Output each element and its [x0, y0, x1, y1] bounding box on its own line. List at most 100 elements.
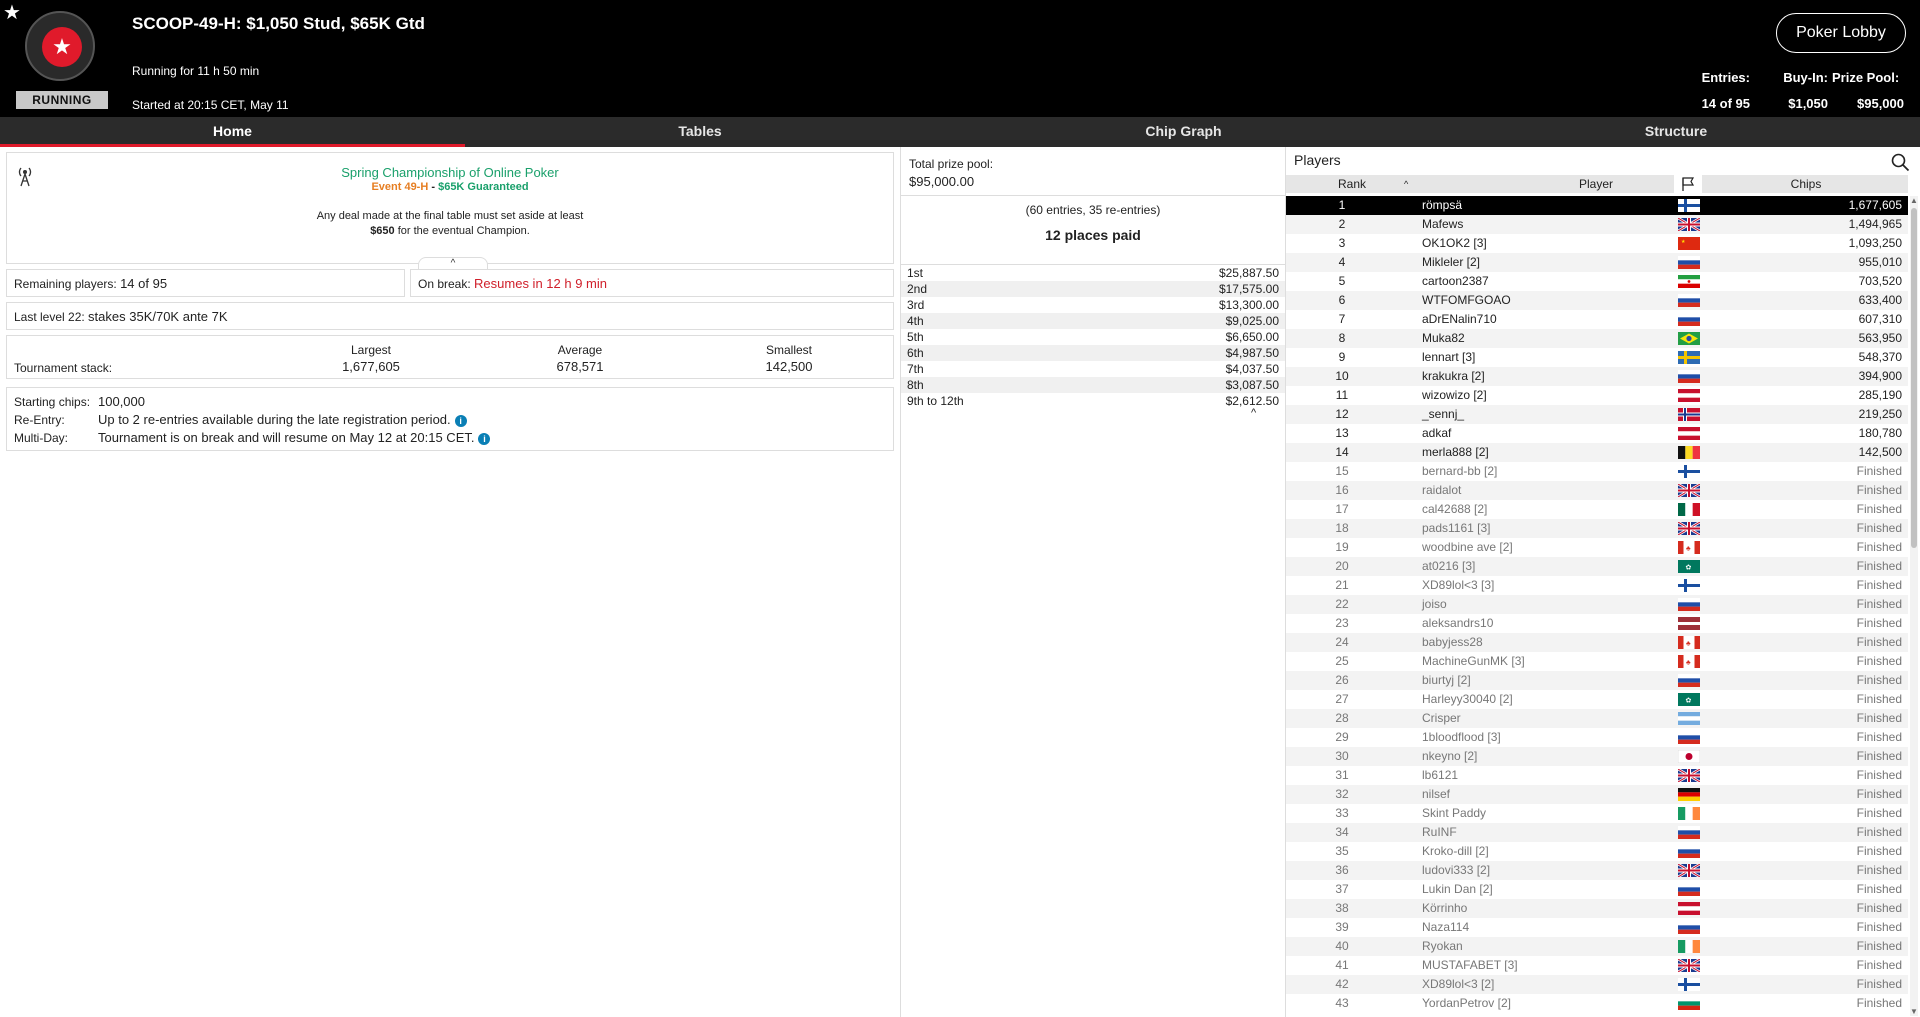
player-row[interactable]: 41 MUSTAFABET [3] Finished [1286, 956, 1908, 975]
player-row[interactable]: 4 Mikleler [2] 955,010 [1286, 253, 1908, 272]
player-row[interactable]: 37 Lukin Dan [2] Finished [1286, 880, 1908, 899]
player-rank: 35 [1335, 844, 1349, 858]
player-chips: Finished [1856, 958, 1902, 972]
home-info-panel: Spring Championship of Online Poker Even… [0, 147, 900, 1017]
buyin-stat: Buy-In: $1,050 [1783, 70, 1828, 111]
player-row[interactable]: 16 raidalot Finished [1286, 481, 1908, 500]
flag-column-header[interactable] [1674, 175, 1702, 193]
country-flag-icon [1678, 332, 1700, 345]
payout-row: 9th to 12th $2,612.50 [901, 393, 1285, 409]
player-row[interactable]: 3 OK1OK2 [3] ★ 1,093,250 [1286, 234, 1908, 253]
country-flag-icon [1678, 389, 1700, 402]
player-chips: 142,500 [1858, 445, 1902, 459]
player-row[interactable]: 1 römpsä 1,677,605 [1286, 196, 1908, 215]
collapse-chevron-up-icon[interactable]: ^ [1251, 407, 1256, 419]
player-row[interactable]: 12 _sennj_ 219,250 [1286, 405, 1908, 424]
player-row[interactable]: 34 RuINF Finished [1286, 823, 1908, 842]
player-row[interactable]: 35 Kroko-dill [2] Finished [1286, 842, 1908, 861]
player-chips: 607,310 [1858, 312, 1902, 326]
player-row[interactable]: 5 cartoon2387 703,520 [1286, 272, 1908, 291]
tab-chip-graph[interactable]: Chip Graph [935, 117, 1432, 147]
player-row[interactable]: 20 at0216 [3] ✿ Finished [1286, 557, 1908, 576]
player-row[interactable]: 22 joiso Finished [1286, 595, 1908, 614]
scroll-thumb[interactable] [1911, 208, 1917, 548]
player-row[interactable]: 10 krakukra [2] 394,900 [1286, 367, 1908, 386]
player-row[interactable]: 32 nilsef Finished [1286, 785, 1908, 804]
poker-lobby-button[interactable]: Poker Lobby [1776, 13, 1906, 53]
player-chips: Finished [1856, 882, 1902, 896]
collapse-chevron-up-icon[interactable]: ^ [418, 257, 488, 269]
player-row[interactable]: 31 lb6121 Finished [1286, 766, 1908, 785]
player-rank: 26 [1335, 673, 1349, 687]
player-chips: Finished [1856, 787, 1902, 801]
player-row[interactable]: 38 Körrinho Finished [1286, 899, 1908, 918]
guarantee-label: $65K Guaranteed [438, 181, 529, 193]
player-chips: Finished [1856, 806, 1902, 820]
player-row[interactable]: 25 MachineGunMK [3] ♣ Finished [1286, 652, 1908, 671]
tab-tables[interactable]: Tables [465, 117, 935, 147]
payout-place: 6th [907, 346, 924, 360]
player-row[interactable]: 29 1bloodflood [3] Finished [1286, 728, 1908, 747]
player-chips: Finished [1856, 597, 1902, 611]
player-chips: Finished [1856, 578, 1902, 592]
places-paid: 12 places paid [1045, 227, 1141, 243]
country-flag-icon [1677, 767, 1701, 784]
player-rank: 8 [1338, 331, 1346, 345]
scroll-down-icon[interactable]: ▼ [1910, 1007, 1918, 1016]
player-row[interactable]: 15 bernard-bb [2] Finished [1286, 462, 1908, 481]
player-row[interactable]: 21 XD89lol<3 [3] Finished [1286, 576, 1908, 595]
player-chips: Finished [1856, 825, 1902, 839]
chips-column-header[interactable]: Chips [1706, 175, 1906, 193]
player-row[interactable]: 23 aleksandrs10 Finished [1286, 614, 1908, 633]
player-chips: Finished [1856, 654, 1902, 668]
player-row[interactable]: 17 cal42688 [2] Finished [1286, 500, 1908, 519]
payout-row: 6th $4,987.50 [901, 345, 1285, 361]
player-row[interactable]: 24 babyjess28 ♣ Finished [1286, 633, 1908, 652]
tab-structure[interactable]: Structure [1432, 117, 1920, 147]
players-scrollbar[interactable]: ▲ ▼ [1910, 196, 1918, 1016]
player-row[interactable]: 6 WTFOMFGOAO 633,400 [1286, 291, 1908, 310]
header: ★ ★ RUNNING SCOOP-49-H: $1,050 Stud, $65… [0, 0, 1920, 117]
player-row[interactable]: 14 merla888 [2] 142,500 [1286, 443, 1908, 462]
player-chips: Finished [1856, 502, 1902, 516]
svg-text:✿: ✿ [1686, 698, 1692, 705]
player-name: Muka82 [1422, 331, 1465, 345]
player-row[interactable]: 2 Mafews 1,494,965 [1286, 215, 1908, 234]
player-row[interactable]: 27 Harleyy30040 [2] ✿ Finished [1286, 690, 1908, 709]
player-row[interactable]: 11 wizowizo [2] 285,190 [1286, 386, 1908, 405]
player-row[interactable]: 7 aDrENalin710 607,310 [1286, 310, 1908, 329]
rank-column-header[interactable]: Rank [1322, 175, 1382, 193]
country-flag-icon: ✿ [1678, 693, 1700, 706]
player-row[interactable]: 40 Ryokan Finished [1286, 937, 1908, 956]
sort-up-icon[interactable]: ^ [1404, 175, 1408, 193]
player-row[interactable]: 9 lennart [3] 548,370 [1286, 348, 1908, 367]
player-row[interactable]: 42 XD89lol<3 [2] Finished [1286, 975, 1908, 994]
player-rank: 34 [1335, 825, 1349, 839]
player-row[interactable]: 43 YordanPetrov [2] Finished [1286, 994, 1908, 1013]
country-flag-icon [1678, 598, 1700, 611]
player-row[interactable]: 30 nkeyno [2] Finished [1286, 747, 1908, 766]
country-flag-icon [1678, 465, 1700, 478]
player-chips: 563,950 [1858, 331, 1902, 345]
player-rank: 14 [1335, 445, 1349, 459]
player-row[interactable]: 33 Skint Paddy Finished [1286, 804, 1908, 823]
player-row[interactable]: 13 adkaf 180,780 [1286, 424, 1908, 443]
players-table-header: Rank ^ Player Chips [1286, 175, 1908, 193]
info-icon[interactable]: i [454, 414, 467, 427]
player-row[interactable]: 39 Naza114 Finished [1286, 918, 1908, 937]
search-icon[interactable] [1890, 152, 1910, 172]
player-row[interactable]: 18 pads1161 [3] Finished [1286, 519, 1908, 538]
svg-text:♣: ♣ [1686, 546, 1691, 553]
scroll-up-icon[interactable]: ▲ [1910, 196, 1918, 205]
player-row[interactable]: 19 woodbine ave [2] ♣ Finished [1286, 538, 1908, 557]
player-rank: 24 [1335, 635, 1349, 649]
player-row[interactable]: 26 biurtyj [2] Finished [1286, 671, 1908, 690]
tab-home[interactable]: Home [0, 117, 465, 147]
info-icon[interactable]: i [478, 432, 491, 445]
player-name: Harleyy30040 [2] [1422, 692, 1513, 706]
player-row[interactable]: 36 ludovi333 [2] Finished [1286, 861, 1908, 880]
player-row[interactable]: 8 Muka82 563,950 [1286, 329, 1908, 348]
player-row[interactable]: 28 Crisper Finished [1286, 709, 1908, 728]
player-rank: 42 [1335, 977, 1349, 991]
country-flag-icon [1678, 921, 1700, 934]
